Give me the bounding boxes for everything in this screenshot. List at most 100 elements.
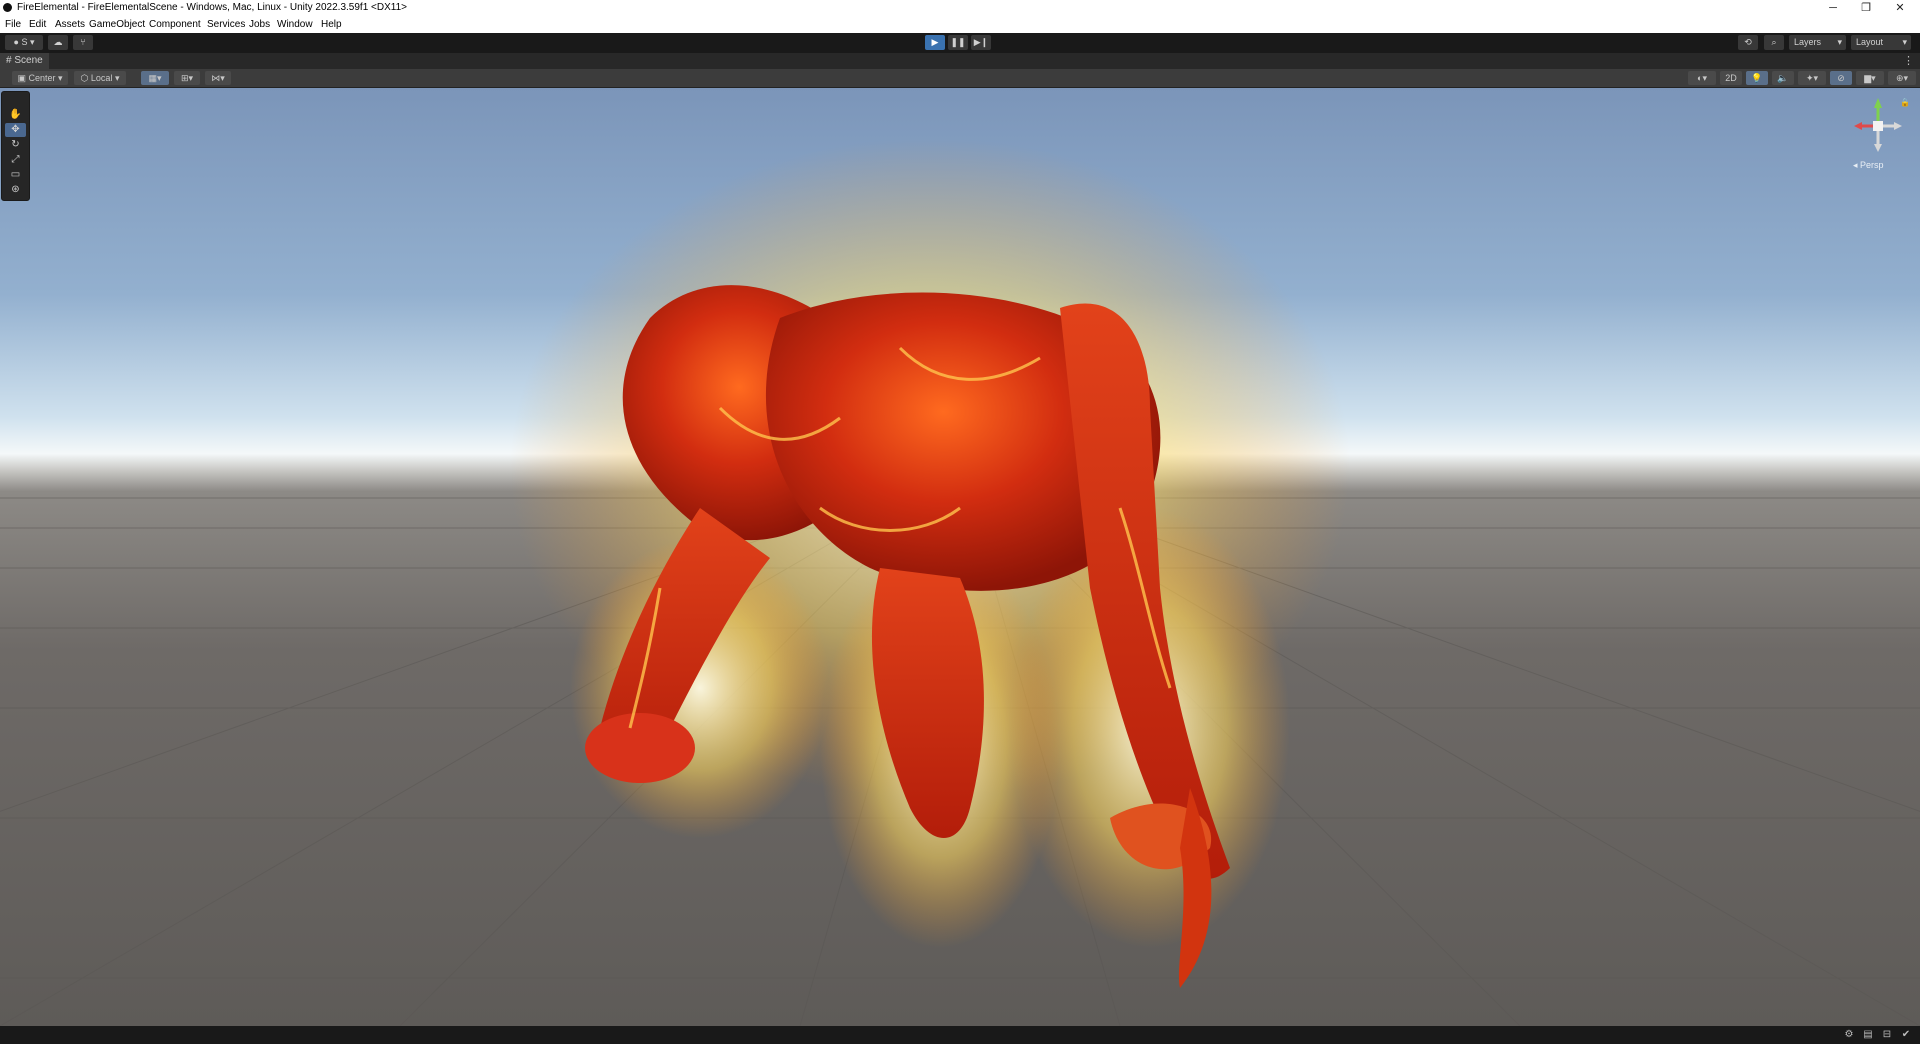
pivot-rotation-dropdown[interactable]: ⬡ Local ▾ bbox=[74, 71, 126, 85]
rect-icon: ▭ bbox=[10, 169, 21, 180]
step-button[interactable]: ▶❙ bbox=[971, 35, 991, 50]
effects-icon: ✦▾ bbox=[1805, 73, 1819, 83]
undo-history-button[interactable]: ⟲ bbox=[1738, 35, 1758, 50]
effects-dropdown[interactable]: ✦▾ bbox=[1798, 71, 1826, 85]
tools-palette: ✋ ✥ ↻ ⤢ ▭ ⊛ bbox=[1, 91, 30, 201]
menu-assets[interactable]: Assets bbox=[55, 19, 85, 30]
lightbulb-icon: 💡 bbox=[1751, 73, 1763, 83]
hand-tool[interactable]: ✋ bbox=[5, 108, 26, 122]
transform-icon: ⊛ bbox=[11, 184, 20, 195]
move-tool[interactable]: ✥ bbox=[5, 123, 26, 137]
2d-toggle[interactable]: 2D bbox=[1720, 71, 1742, 85]
gizmos-icon: ⊕▾ bbox=[1895, 73, 1909, 83]
increment-snapping-dropdown[interactable]: ⋈▾ bbox=[205, 71, 231, 85]
transform-tool[interactable]: ⊛ bbox=[5, 183, 26, 197]
pivot-mode-dropdown[interactable]: ▣ Center ▾ bbox=[12, 71, 68, 85]
pause-icon: ❚❚ bbox=[950, 37, 966, 47]
grid-hash-icon: # bbox=[6, 55, 12, 66]
scale-tool[interactable]: ⤢ bbox=[5, 153, 26, 167]
layers-label: Layers bbox=[1794, 37, 1822, 47]
cache-icon[interactable]: ⊟ bbox=[1881, 1029, 1893, 1041]
main-toolbar: ● S ▾ ☁ ⑂ ▶ ❚❚ ▶❙ ⟲ ⌕ Layers ▾ Layout ▾ bbox=[0, 33, 1920, 52]
collab-icon[interactable]: ▤ bbox=[1862, 1029, 1874, 1041]
lighting-toggle[interactable]: 💡 bbox=[1746, 71, 1768, 85]
menu-jobs[interactable]: Jobs bbox=[249, 19, 270, 30]
search-button[interactable]: ⌕ bbox=[1764, 35, 1784, 50]
debug-icon[interactable]: ⚙ bbox=[1843, 1029, 1855, 1041]
version-control-button[interactable]: ⑂ bbox=[73, 35, 93, 50]
ground-grid bbox=[0, 138, 1920, 1026]
minimize-button[interactable]: ─ bbox=[1819, 0, 1847, 16]
hidden-objects-toggle[interactable]: ⊘ bbox=[1830, 71, 1852, 85]
play-icon: ▶ bbox=[931, 37, 939, 47]
camera-dropdown[interactable]: ▆▾ bbox=[1856, 71, 1884, 85]
pivot-mode-label: Center bbox=[28, 73, 56, 83]
chevron-down-icon: ▾ bbox=[114, 73, 120, 83]
play-button[interactable]: ▶ bbox=[925, 35, 945, 50]
grid-visibility-dropdown[interactable]: ▦▾ bbox=[141, 71, 169, 85]
grid-icon: ▦▾ bbox=[148, 73, 162, 83]
lock-icon[interactable]: 🔒 bbox=[1900, 98, 1910, 107]
projection-label[interactable]: ◂ Persp bbox=[1853, 160, 1884, 171]
window-title: FireElemental - FireElementalScene - Win… bbox=[17, 2, 407, 13]
local-axis-icon: ⬡ bbox=[80, 73, 89, 83]
tab-bar: # Scene ⋮ bbox=[0, 53, 1920, 69]
layout-label: Layout bbox=[1856, 37, 1884, 47]
rotate-tool[interactable]: ↻ bbox=[5, 138, 26, 152]
chevron-down-icon: ▾ bbox=[58, 73, 63, 83]
chevron-down-icon: ▾ bbox=[1902, 37, 1907, 47]
audio-toggle[interactable]: 🔈 bbox=[1772, 71, 1794, 85]
account-icon: ● bbox=[13, 37, 19, 47]
rotate-icon: ↻ bbox=[11, 139, 20, 150]
menu-file[interactable]: File bbox=[5, 19, 21, 30]
layout-dropdown[interactable]: Layout ▾ bbox=[1851, 35, 1911, 50]
close-button[interactable]: ✕ bbox=[1886, 0, 1914, 16]
branch-icon: ⑂ bbox=[80, 37, 86, 47]
step-icon: ▶❙ bbox=[973, 37, 989, 47]
window-title-bar: FireElemental - FireElementalScene - Win… bbox=[0, 0, 1920, 16]
pivot-icon: ▣ bbox=[17, 73, 26, 83]
search-icon: ⌕ bbox=[1771, 37, 1777, 47]
increment-snap-icon: ⋈▾ bbox=[211, 73, 225, 83]
cloud-icon: ☁ bbox=[53, 37, 63, 47]
account-label: S bbox=[21, 37, 28, 47]
shading-mode-dropdown[interactable]: ◐▾ bbox=[1688, 71, 1716, 85]
menu-bar: File Edit Assets GameObject Component Se… bbox=[0, 16, 1920, 34]
hand-icon: ✋ bbox=[9, 109, 22, 120]
fire-elemental-model[interactable] bbox=[510, 138, 1350, 988]
pivot-rotation-label: Local bbox=[90, 73, 113, 83]
grid-snapping-dropdown[interactable]: ⊞▾ bbox=[174, 71, 200, 85]
layers-dropdown[interactable]: Layers ▾ bbox=[1789, 35, 1846, 50]
rect-tool[interactable]: ▭ bbox=[5, 168, 26, 182]
account-dropdown[interactable]: ● S ▾ bbox=[5, 35, 43, 50]
scene-toolbar: ▣ Center ▾ ⬡ Local ▾ ▦▾ ⊞▾ ⋈▾ ◐▾ 2D 💡 🔈 … bbox=[0, 69, 1920, 88]
snap-icon: ⊞▾ bbox=[180, 73, 194, 83]
status-bar: ⚙ ▤ ⊟ ✔ bbox=[0, 1026, 1920, 1044]
history-icon: ⟲ bbox=[1744, 37, 1752, 47]
unity-logo-icon bbox=[3, 3, 12, 12]
scene-viewport[interactable]: ✋ ✥ ↻ ⤢ ▭ ⊛ bbox=[0, 88, 1920, 1026]
gizmos-dropdown[interactable]: ⊕▾ bbox=[1888, 71, 1916, 85]
more-options-icon[interactable]: ⋮ bbox=[1903, 54, 1914, 67]
menu-component[interactable]: Component bbox=[149, 19, 201, 30]
menu-services[interactable]: Services bbox=[207, 19, 245, 30]
shading-icon: ◐▾ bbox=[1697, 73, 1707, 83]
cloud-button[interactable]: ☁ bbox=[48, 35, 68, 50]
audio-icon: 🔈 bbox=[1777, 73, 1789, 83]
eye-slash-icon: ⊘ bbox=[1837, 73, 1845, 83]
pause-button[interactable]: ❚❚ bbox=[948, 35, 968, 50]
chevron-down-icon: ▾ bbox=[29, 37, 35, 47]
chevron-down-icon: ▾ bbox=[1837, 37, 1842, 47]
scale-icon: ⤢ bbox=[11, 154, 20, 165]
orientation-gizmo[interactable] bbox=[1848, 96, 1908, 156]
menu-window[interactable]: Window bbox=[277, 19, 313, 30]
move-icon: ✥ bbox=[11, 124, 20, 135]
tab-scene-label: Scene bbox=[14, 55, 43, 66]
progress-check-icon[interactable]: ✔ bbox=[1900, 1029, 1912, 1041]
tab-scene[interactable]: # Scene bbox=[0, 53, 49, 69]
restore-button[interactable]: ❐ bbox=[1852, 0, 1880, 16]
camera-icon: ▆▾ bbox=[1864, 73, 1876, 83]
menu-help[interactable]: Help bbox=[321, 19, 342, 30]
menu-gameobject[interactable]: GameObject bbox=[89, 19, 145, 30]
menu-edit[interactable]: Edit bbox=[29, 19, 46, 30]
